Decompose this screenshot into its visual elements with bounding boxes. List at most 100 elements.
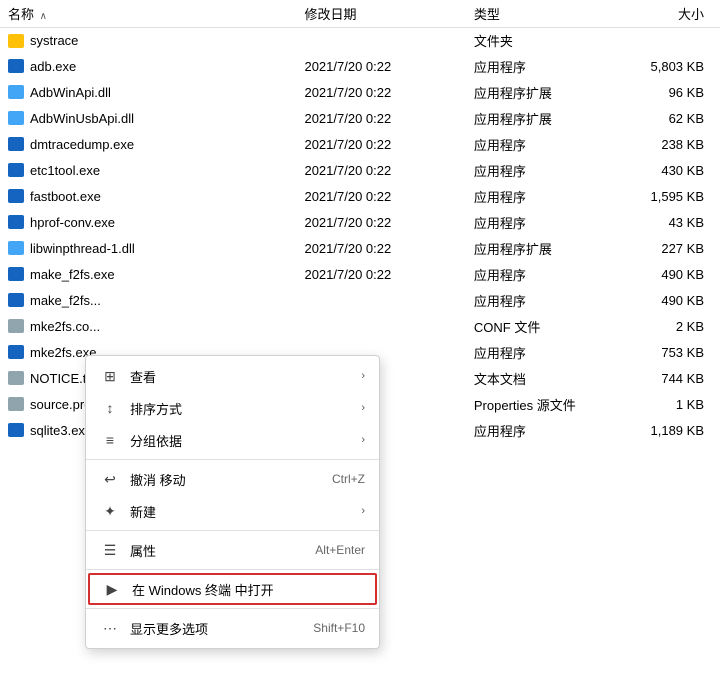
table-row[interactable]: adb.exe 2021/7/20 0:22 应用程序 5,803 KB bbox=[0, 54, 720, 80]
context-menu: ⊞查看›↕排序方式›≡分组依据›↩撤消 移动Ctrl+Z✦新建›☰属性Alt+E… bbox=[85, 355, 380, 649]
menu-item-label: 新建 bbox=[130, 502, 353, 521]
file-icon bbox=[8, 345, 24, 359]
menu-item-label: 属性 bbox=[130, 541, 307, 560]
new-icon: ✦ bbox=[100, 501, 120, 521]
file-size-cell bbox=[614, 28, 720, 54]
file-type-cell: 应用程序 bbox=[466, 262, 614, 288]
table-row[interactable]: AdbWinApi.dll 2021/7/20 0:22 应用程序扩展 96 K… bbox=[0, 80, 720, 106]
file-icon bbox=[8, 397, 24, 411]
file-type-cell: CONF 文件 bbox=[466, 314, 614, 340]
file-icon bbox=[8, 371, 24, 385]
file-icon bbox=[8, 111, 24, 125]
submenu-arrow-icon: › bbox=[361, 505, 365, 517]
table-row[interactable]: hprof-conv.exe 2021/7/20 0:22 应用程序 43 KB bbox=[0, 210, 720, 236]
file-size-cell: 43 KB bbox=[614, 210, 720, 236]
file-size-cell: 490 KB bbox=[614, 262, 720, 288]
table-row[interactable]: mke2fs.co... CONF 文件 2 KB bbox=[0, 314, 720, 340]
file-date-cell: 2021/7/20 0:22 bbox=[296, 158, 465, 184]
file-size-cell: 1 KB bbox=[614, 392, 720, 418]
table-row[interactable]: AdbWinUsbApi.dll 2021/7/20 0:22 应用程序扩展 6… bbox=[0, 106, 720, 132]
file-icon bbox=[8, 241, 24, 255]
file-name-cell: make_f2fs... bbox=[0, 288, 296, 314]
grid-icon: ⊞ bbox=[100, 366, 120, 386]
file-date-cell: 2021/7/20 0:22 bbox=[296, 132, 465, 158]
file-icon bbox=[8, 137, 24, 151]
menu-item-shortcut: Alt+Enter bbox=[315, 543, 365, 557]
file-type-cell: 应用程序 bbox=[466, 132, 614, 158]
menu-item-group[interactable]: ≡分组依据› bbox=[86, 424, 379, 456]
col-header-size[interactable]: 大小 bbox=[614, 0, 720, 28]
menu-item-shortcut: Shift+F10 bbox=[313, 621, 365, 635]
menu-item-shortcut: Ctrl+Z bbox=[332, 472, 365, 486]
file-type-cell: 应用程序扩展 bbox=[466, 106, 614, 132]
file-date-cell: 2021/7/20 0:22 bbox=[296, 106, 465, 132]
file-date-cell: 2021/7/20 0:22 bbox=[296, 262, 465, 288]
file-date-cell bbox=[296, 288, 465, 314]
file-name-cell: systrace bbox=[0, 28, 296, 54]
table-row[interactable]: dmtracedump.exe 2021/7/20 0:22 应用程序 238 … bbox=[0, 132, 720, 158]
col-size-label: 大小 bbox=[678, 7, 704, 22]
file-type-cell: 应用程序 bbox=[466, 210, 614, 236]
file-icon bbox=[8, 423, 24, 437]
menu-item-sort[interactable]: ↕排序方式› bbox=[86, 392, 379, 424]
file-type-cell: 文件夹 bbox=[466, 28, 614, 54]
file-icon bbox=[8, 59, 24, 73]
table-row[interactable]: etc1tool.exe 2021/7/20 0:22 应用程序 430 KB bbox=[0, 158, 720, 184]
file-type-cell: 应用程序扩展 bbox=[466, 236, 614, 262]
file-icon bbox=[8, 85, 24, 99]
menu-separator bbox=[86, 530, 379, 531]
file-name-cell: make_f2fs.exe bbox=[0, 262, 296, 288]
file-date-cell: 2021/7/20 0:22 bbox=[296, 184, 465, 210]
file-icon bbox=[8, 267, 24, 281]
table-row[interactable]: fastboot.exe 2021/7/20 0:22 应用程序 1,595 K… bbox=[0, 184, 720, 210]
menu-separator bbox=[86, 459, 379, 460]
file-date-cell: 2021/7/20 0:22 bbox=[296, 210, 465, 236]
sort-icon: ↕ bbox=[100, 398, 120, 418]
col-type-label: 类型 bbox=[474, 7, 500, 22]
table-row[interactable]: systrace 文件夹 bbox=[0, 28, 720, 54]
table-row[interactable]: make_f2fs... 应用程序 490 KB bbox=[0, 288, 720, 314]
file-type-cell: 应用程序 bbox=[466, 158, 614, 184]
file-name-cell: fastboot.exe bbox=[0, 184, 296, 210]
menu-item-props[interactable]: ☰ 属性 Alt+Enter bbox=[86, 534, 379, 566]
file-date-cell bbox=[296, 314, 465, 340]
table-row[interactable]: libwinpthread-1.dll 2021/7/20 0:22 应用程序扩… bbox=[0, 236, 720, 262]
file-size-cell: 430 KB bbox=[614, 158, 720, 184]
props-icon: ☰ bbox=[100, 540, 120, 560]
file-size-cell: 96 KB bbox=[614, 80, 720, 106]
submenu-arrow-icon: › bbox=[361, 370, 365, 382]
col-header-date[interactable]: 修改日期 bbox=[296, 0, 465, 28]
file-name-cell: hprof-conv.exe bbox=[0, 210, 296, 236]
file-icon bbox=[8, 319, 24, 333]
col-name-label: 名称 bbox=[8, 7, 34, 22]
menu-separator bbox=[86, 569, 379, 570]
menu-item-more[interactable]: ⋯显示更多选项Shift+F10 bbox=[86, 612, 379, 644]
menu-item-view[interactable]: ⊞ 查看 › bbox=[86, 360, 379, 392]
menu-item-new[interactable]: ✦ 新建 › bbox=[86, 495, 379, 527]
file-size-cell: 1,189 KB bbox=[614, 418, 720, 444]
file-type-cell: 应用程序 bbox=[466, 54, 614, 80]
menu-item-label: 查看 bbox=[130, 367, 353, 386]
file-icon bbox=[8, 293, 24, 307]
menu-item-label: 撤消 移动 bbox=[130, 470, 324, 489]
menu-item-undo[interactable]: ↩撤消 移动Ctrl+Z bbox=[86, 463, 379, 495]
menu-item-label: 排序方式 bbox=[130, 399, 353, 418]
file-type-cell: 文本文档 bbox=[466, 366, 614, 392]
file-date-cell: 2021/7/20 0:22 bbox=[296, 80, 465, 106]
file-size-cell: 5,803 KB bbox=[614, 54, 720, 80]
file-date-cell: 2021/7/20 0:22 bbox=[296, 54, 465, 80]
file-type-cell: 应用程序 bbox=[466, 418, 614, 444]
file-size-cell: 238 KB bbox=[614, 132, 720, 158]
file-name-cell: etc1tool.exe bbox=[0, 158, 296, 184]
file-name-cell: adb.exe bbox=[0, 54, 296, 80]
col-header-name[interactable]: 名称 ∧ bbox=[0, 0, 296, 28]
file-name-cell: mke2fs.co... bbox=[0, 314, 296, 340]
menu-separator bbox=[86, 608, 379, 609]
terminal-icon: ▶ bbox=[102, 579, 122, 599]
file-date-cell bbox=[296, 28, 465, 54]
col-header-type[interactable]: 类型 bbox=[466, 0, 614, 28]
sort-arrow: ∧ bbox=[40, 11, 47, 22]
file-size-cell: 1,595 KB bbox=[614, 184, 720, 210]
table-row[interactable]: make_f2fs.exe 2021/7/20 0:22 应用程序 490 KB bbox=[0, 262, 720, 288]
menu-item-terminal[interactable]: ▶在 Windows 终端 中打开 bbox=[88, 573, 377, 605]
